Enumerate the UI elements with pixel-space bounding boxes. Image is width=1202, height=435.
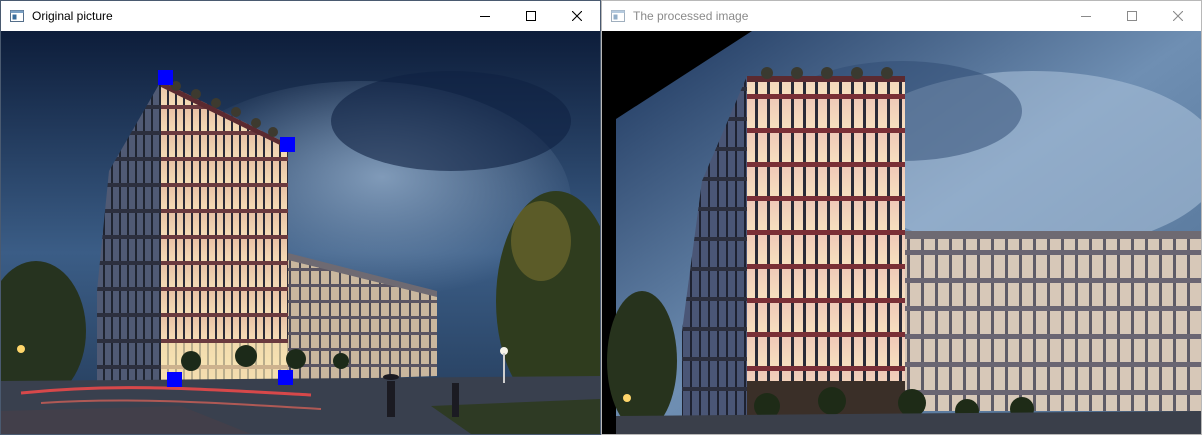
close-button[interactable] [1155, 1, 1201, 31]
app-window-icon [10, 10, 24, 22]
original-picture-window[interactable]: Original picture [0, 0, 601, 435]
close-icon [1173, 11, 1183, 21]
original-image-canvas[interactable] [1, 31, 600, 434]
maximize-icon [526, 11, 536, 21]
maximize-button[interactable] [508, 1, 554, 31]
titlebar[interactable]: Original picture [1, 1, 600, 31]
corner-handle-top-right[interactable] [280, 137, 295, 152]
titlebar[interactable]: The processed image [602, 1, 1201, 31]
minimize-button[interactable] [462, 1, 508, 31]
minimize-icon [1081, 16, 1091, 17]
processed-photo [602, 31, 1201, 434]
maximize-button[interactable] [1109, 1, 1155, 31]
processed-image-canvas[interactable] [602, 31, 1201, 434]
maximize-icon [1127, 11, 1137, 21]
minimize-button[interactable] [1063, 1, 1109, 31]
app-window-icon [611, 10, 625, 22]
close-button[interactable] [554, 1, 600, 31]
window-title: Original picture [32, 9, 113, 23]
minimize-icon [480, 16, 490, 17]
close-icon [572, 11, 582, 21]
corner-handle-bottom-right[interactable] [278, 370, 293, 385]
corner-handle-top-left[interactable] [158, 70, 173, 85]
original-photo [1, 31, 600, 434]
window-title: The processed image [633, 9, 749, 23]
processed-image-window[interactable]: The processed image [601, 0, 1202, 435]
corner-handle-bottom-left[interactable] [167, 372, 182, 387]
